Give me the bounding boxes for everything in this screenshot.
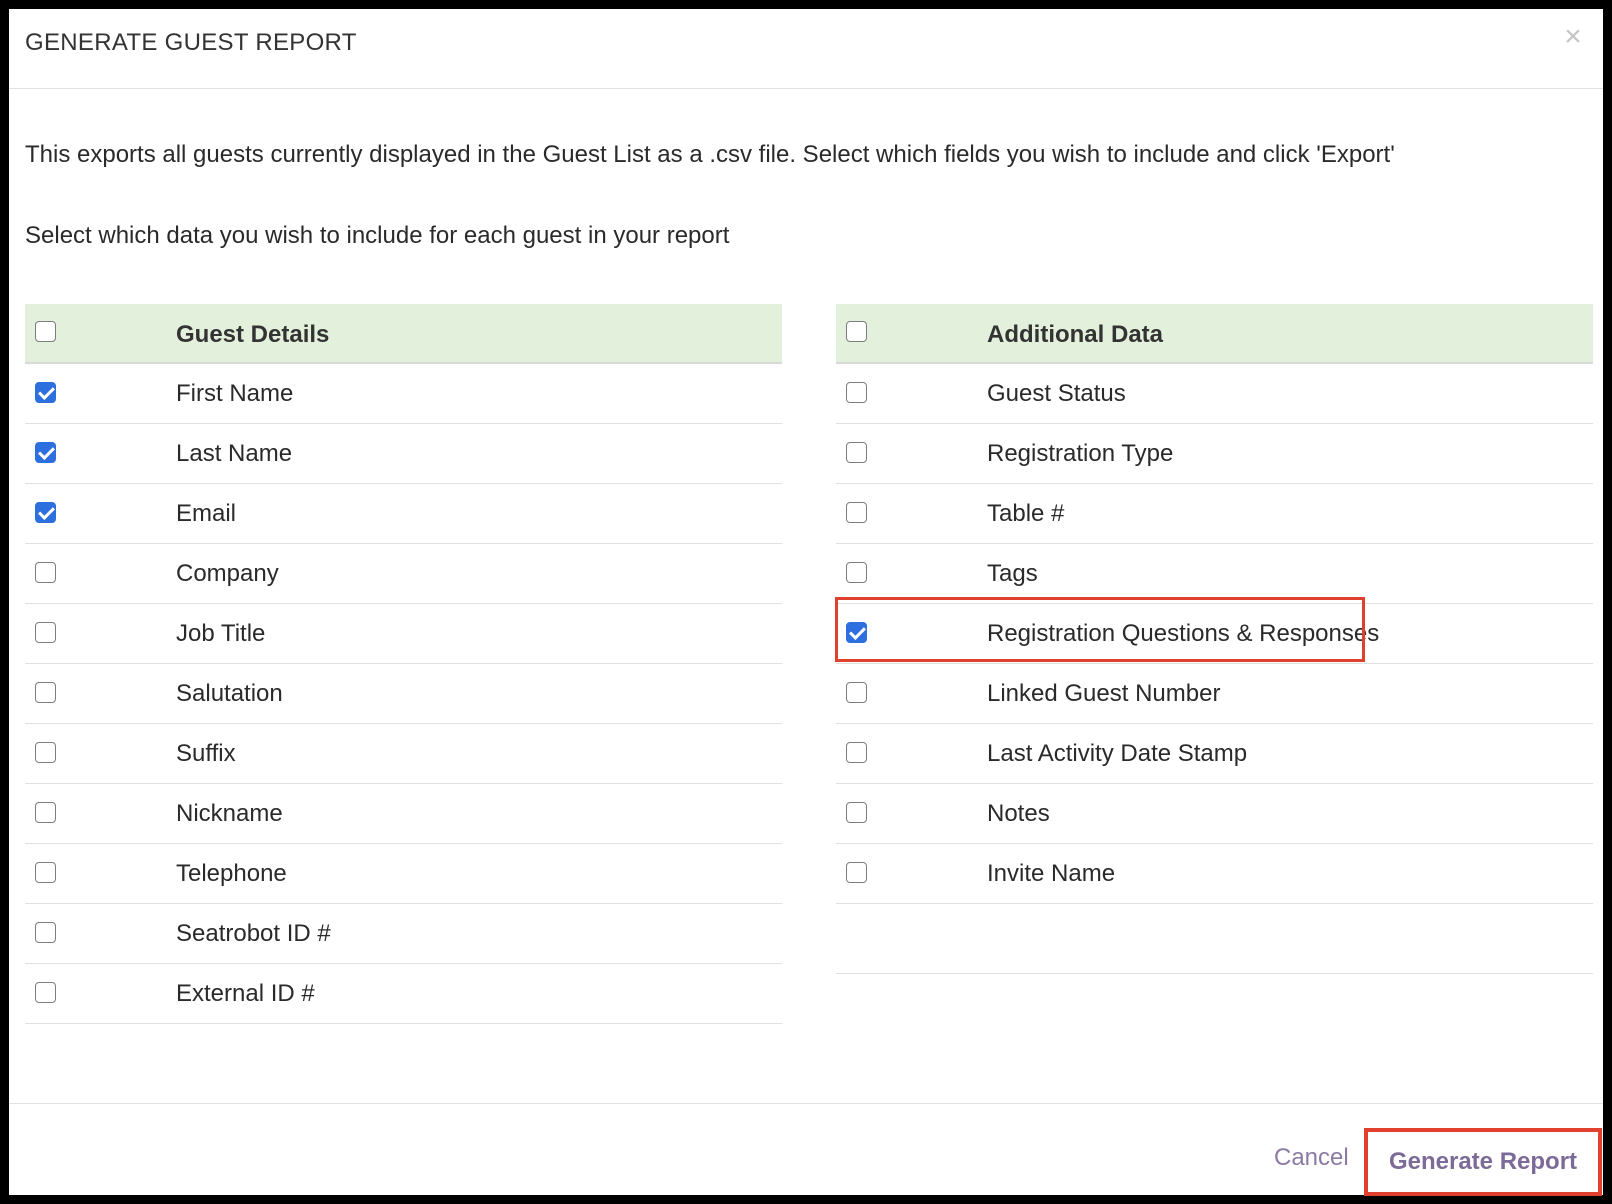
guest-details-select-all-checkbox[interactable] (35, 321, 56, 342)
guest-details-panel: Guest Details First Name Last Name Email Co… (25, 304, 782, 1024)
guest-details-label-seatrobot-id: Seatrobot ID # (176, 920, 331, 947)
additional-data-empty-row (836, 904, 1593, 974)
additional-data-label-registration-type: Registration Type (987, 440, 1174, 467)
guest-details-checkbox-external-id[interactable] (35, 982, 56, 1003)
guest-details-row-telephone: Telephone (25, 844, 782, 904)
additional-data-label-last-activity-date-stamp: Last Activity Date Stamp (987, 740, 1248, 767)
guest-details-checkbox-suffix[interactable] (35, 742, 56, 763)
additional-data-checkbox-linked-guest-number[interactable] (846, 682, 867, 703)
close-icon[interactable]: × (1559, 22, 1587, 52)
guest-details-header: Guest Details (25, 304, 782, 364)
additional-data-checkbox-registration-questions-responses[interactable] (846, 622, 867, 643)
modal-title: GENERATE GUEST REPORT (25, 29, 357, 56)
guest-details-label-company: Company (176, 560, 279, 587)
guest-details-label-suffix: Suffix (176, 740, 236, 767)
guest-details-row-external-id: External ID # (25, 964, 782, 1024)
additional-data-row-registration-questions-responses: Registration Questions & Responses (836, 604, 1593, 664)
guest-details-row-salutation: Salutation (25, 664, 782, 724)
generate-report-button[interactable]: Generate Report (1364, 1128, 1602, 1196)
guest-details-checkbox-job-title[interactable] (35, 622, 56, 643)
additional-data-label-guest-status: Guest Status (987, 380, 1126, 407)
additional-data-label-table: Table # (987, 500, 1065, 527)
subintro-text: Select which data you wish to include fo… (25, 222, 730, 249)
additional-data-checkbox-table[interactable] (846, 502, 867, 523)
additional-data-row-registration-type: Registration Type (836, 424, 1593, 484)
guest-details-header-label: Guest Details (176, 321, 330, 348)
guest-details-row-job-title: Job Title (25, 604, 782, 664)
guest-details-checkbox-seatrobot-id[interactable] (35, 922, 56, 943)
additional-data-row-last-activity-date-stamp: Last Activity Date Stamp (836, 724, 1593, 784)
guest-details-checkbox-first-name[interactable] (35, 382, 56, 403)
additional-data-checkbox-last-activity-date-stamp[interactable] (846, 742, 867, 763)
additional-data-panel: Additional Data Guest Status Registration… (836, 304, 1593, 974)
guest-details-checkbox-salutation[interactable] (35, 682, 56, 703)
additional-data-checkbox-guest-status[interactable] (846, 382, 867, 403)
guest-details-row-last-name: Last Name (25, 424, 782, 484)
guest-details-checkbox-telephone[interactable] (35, 862, 56, 883)
additional-data-label-invite-name: Invite Name (987, 860, 1116, 887)
additional-data-header: Additional Data (836, 304, 1593, 364)
guest-details-row-company: Company (25, 544, 782, 604)
modal-footer: Cancel Generate Report (9, 1103, 1603, 1196)
additional-data-row-notes: Notes (836, 784, 1593, 844)
guest-details-label-job-title: Job Title (176, 620, 266, 647)
additional-data-checkbox-invite-name[interactable] (846, 862, 867, 883)
guest-details-label-email: Email (176, 500, 237, 527)
guest-details-label-external-id: External ID # (176, 980, 315, 1007)
guest-details-checkbox-email[interactable] (35, 502, 56, 523)
additional-data-label-tags: Tags (987, 560, 1038, 587)
additional-data-row-linked-guest-number: Linked Guest Number (836, 664, 1593, 724)
guest-details-row-nickname: Nickname (25, 784, 782, 844)
additional-data-header-label: Additional Data (987, 321, 1164, 348)
additional-data-label-linked-guest-number: Linked Guest Number (987, 680, 1221, 707)
guest-details-label-telephone: Telephone (176, 860, 287, 887)
additional-data-label-notes: Notes (987, 800, 1050, 827)
guest-details-label-last-name: Last Name (176, 440, 293, 467)
additional-data-row-guest-status: Guest Status (836, 364, 1593, 424)
additional-data-row-invite-name: Invite Name (836, 844, 1593, 904)
additional-data-checkbox-registration-type[interactable] (846, 442, 867, 463)
additional-data-row-tags: Tags (836, 544, 1593, 604)
guest-details-row-seatrobot-id: Seatrobot ID # (25, 904, 782, 964)
intro-text: This exports all guests currently displa… (25, 141, 1395, 168)
guest-details-label-first-name: First Name (176, 380, 294, 407)
guest-details-label-nickname: Nickname (176, 800, 283, 827)
guest-details-checkbox-nickname[interactable] (35, 802, 56, 823)
additional-data-label-registration-questions-responses: Registration Questions & Responses (987, 620, 1380, 647)
guest-details-row-first-name: First Name (25, 364, 782, 424)
additional-data-checkbox-tags[interactable] (846, 562, 867, 583)
guest-details-row-email: Email (25, 484, 782, 544)
cancel-button[interactable]: Cancel (1274, 1144, 1349, 1172)
guest-details-label-salutation: Salutation (176, 680, 283, 707)
guest-details-row-suffix: Suffix (25, 724, 782, 784)
modal-header: GENERATE GUEST REPORT × (9, 9, 1603, 89)
additional-data-row-table: Table # (836, 484, 1593, 544)
additional-data-select-all-checkbox[interactable] (846, 321, 867, 342)
guest-details-checkbox-company[interactable] (35, 562, 56, 583)
additional-data-checkbox-notes[interactable] (846, 802, 867, 823)
guest-details-checkbox-last-name[interactable] (35, 442, 56, 463)
guest-report-modal: GENERATE GUEST REPORT × This exports all… (9, 9, 1603, 1196)
